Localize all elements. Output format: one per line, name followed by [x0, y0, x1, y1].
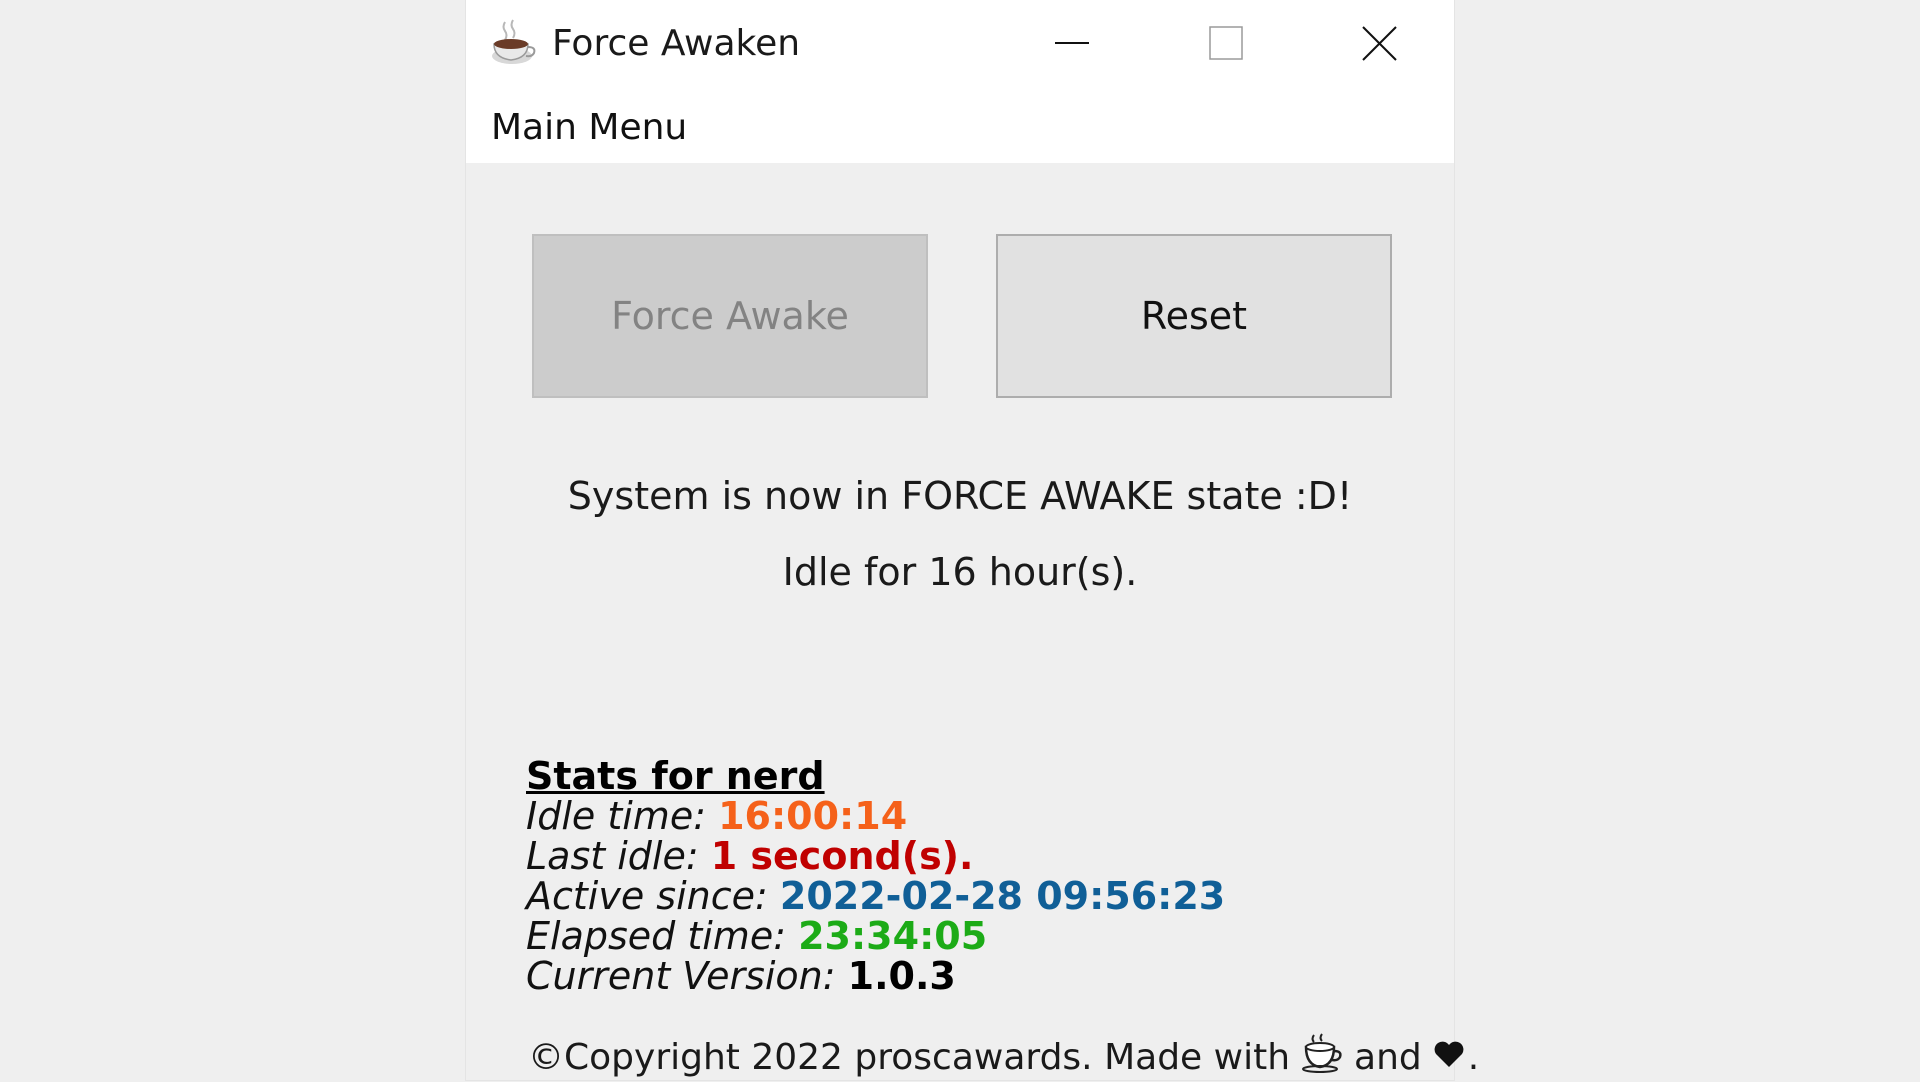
force-awake-button-label: Force Awake	[611, 294, 849, 338]
state-message: System is now in FORCE AWAKE state :D!	[567, 474, 1353, 518]
window-title: Force Awaken	[552, 23, 801, 64]
minimize-icon	[1055, 42, 1089, 44]
idle-message: Idle for 16 hour(s).	[782, 550, 1138, 594]
stat-label: Idle time:	[526, 794, 706, 838]
footer-text-after: .	[1467, 1037, 1480, 1078]
stats-title: Stats for nerd	[526, 754, 825, 798]
maximize-button[interactable]	[1152, 0, 1302, 90]
stat-label: Elapsed time:	[526, 914, 787, 958]
close-button[interactable]	[1304, 0, 1454, 90]
footer-text-middle: and	[1354, 1037, 1422, 1078]
coffee-cup-icon	[1300, 1033, 1344, 1082]
stat-row-idle-time: Idle time: 16:00:14	[526, 796, 1225, 836]
coffee-cup-icon	[488, 18, 538, 68]
stat-value-elapsed-time: 23:34:05	[798, 914, 988, 958]
stat-value-idle-time: 16:00:14	[718, 794, 908, 838]
reset-button-label: Reset	[1140, 294, 1248, 338]
stat-row-active-since: Active since: 2022-02-28 09:56:23	[526, 876, 1225, 916]
stat-value-current-version: 1.0.3	[847, 954, 956, 998]
close-icon	[1362, 26, 1397, 61]
stat-label: Last idle:	[526, 834, 699, 878]
stat-value-last-idle: 1 second(s).	[710, 834, 974, 878]
heart-icon	[1432, 1037, 1466, 1078]
force-awake-button[interactable]: Force Awake	[532, 234, 928, 398]
footer-text-before: ©Copyright 2022 proscawards. Made with	[528, 1037, 1291, 1078]
stat-row-elapsed-time: Elapsed time: 23:34:05	[526, 916, 1225, 956]
stat-row-last-idle: Last idle: 1 second(s).	[526, 836, 1225, 876]
menu-bar: Main Menu	[466, 90, 1454, 163]
menu-item-main-menu[interactable]: Main Menu	[491, 106, 687, 150]
minimize-button[interactable]	[997, 0, 1147, 90]
stat-row-current-version: Current Version: 1.0.3	[526, 956, 1225, 996]
app-window: Force Awaken Main Menu Force Awake Reset…	[466, 0, 1479, 1080]
reset-button[interactable]: Reset	[996, 234, 1392, 398]
maximize-icon	[1209, 26, 1243, 60]
copyright-footer: ©Copyright 2022 proscawards. Made with a…	[528, 1033, 1479, 1082]
stat-label: Active since:	[526, 874, 768, 918]
stats-panel: Stats for nerd Idle time: 16:00:14 Last …	[526, 756, 1225, 996]
stat-label: Current Version:	[526, 954, 836, 998]
title-bar[interactable]: Force Awaken	[466, 0, 1454, 90]
stat-value-active-since: 2022-02-28 09:56:23	[779, 874, 1226, 918]
